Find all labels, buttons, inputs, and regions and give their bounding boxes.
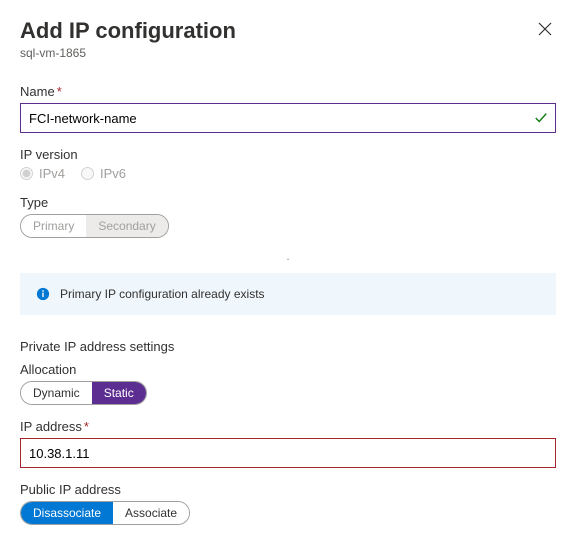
ipv6-label: IPv6: [100, 166, 126, 181]
info-text: Primary IP configuration already exists: [60, 287, 265, 301]
type-primary: Primary: [21, 215, 86, 237]
ip-address-label: IP address: [20, 419, 82, 434]
ip-address-input[interactable]: [20, 438, 556, 468]
dialog-subtitle: sql-vm-1865: [20, 46, 236, 60]
public-ip-label: Public IP address: [20, 482, 556, 497]
ipv4-label: IPv4: [39, 166, 65, 181]
name-input[interactable]: [20, 103, 556, 133]
public-ip-toggle[interactable]: Disassociate Associate: [20, 501, 190, 525]
allocation-toggle[interactable]: Dynamic Static: [20, 381, 147, 405]
close-button[interactable]: [534, 18, 556, 44]
ip-version-label: IP version: [20, 147, 556, 162]
ipv6-radio: IPv6: [81, 166, 126, 181]
type-toggle: Primary Secondary: [20, 214, 169, 238]
public-disassociate[interactable]: Disassociate: [21, 502, 113, 524]
type-label: Type: [20, 195, 556, 210]
type-secondary: Secondary: [86, 215, 167, 237]
ipv4-radio: IPv4: [20, 166, 65, 181]
info-icon: [36, 287, 50, 301]
ip-address-required: *: [84, 419, 89, 434]
allocation-static[interactable]: Static: [92, 382, 146, 404]
close-icon: [538, 22, 552, 36]
allocation-dynamic[interactable]: Dynamic: [21, 382, 92, 404]
name-label: Name: [20, 84, 55, 99]
info-banner: Primary IP configuration already exists: [20, 273, 556, 315]
private-section-title: Private IP address settings: [20, 339, 556, 354]
public-associate[interactable]: Associate: [113, 502, 189, 524]
dot-separator: .: [20, 252, 556, 263]
name-required: *: [57, 84, 62, 99]
dialog-title: Add IP configuration: [20, 18, 236, 44]
allocation-label: Allocation: [20, 362, 556, 377]
